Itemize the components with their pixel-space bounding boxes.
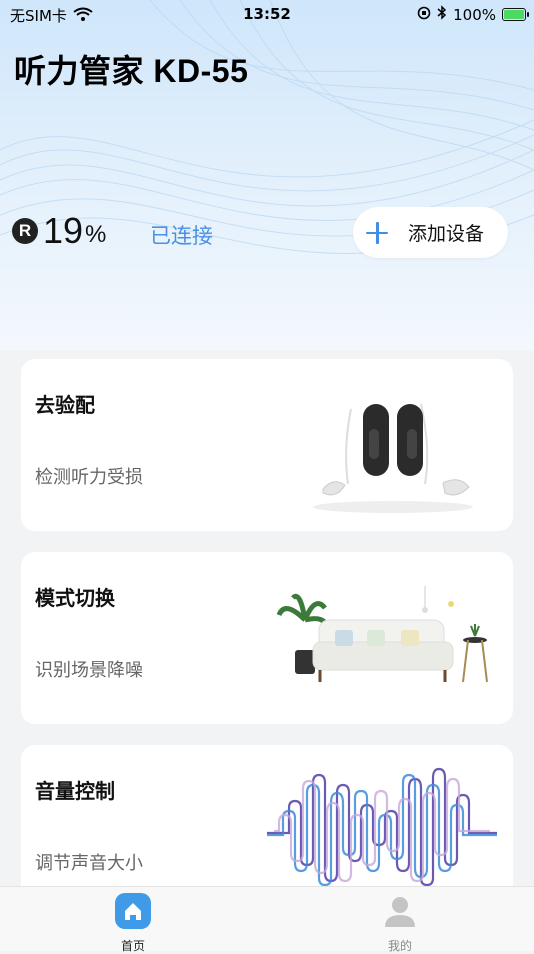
- card-subtitle: 检测听力受损: [35, 467, 143, 488]
- right-ear-badge: R: [12, 218, 38, 244]
- mode-switch-card[interactable]: 模式切换 识别场景降噪: [21, 552, 513, 724]
- living-room-image: [276, 586, 488, 683]
- add-device-label: 添加设备: [408, 223, 485, 245]
- user-icon: [385, 897, 415, 927]
- card-title: 模式切换: [35, 586, 115, 610]
- bluetooth-icon: [437, 5, 447, 24]
- battery-unit: %: [85, 221, 107, 248]
- tab-home[interactable]: 首页: [98, 893, 168, 954]
- add-device-button[interactable]: 添加设备: [353, 207, 508, 258]
- plus-icon: [366, 221, 388, 244]
- tab-mine[interactable]: 我的: [365, 893, 435, 954]
- tab-bar: 首页 我的: [0, 886, 534, 954]
- card-title: 音量控制: [35, 779, 115, 803]
- battery-icon: [502, 8, 529, 21]
- device-battery: R 19 %: [12, 210, 106, 252]
- card-subtitle: 调节声音大小: [35, 853, 143, 874]
- device-title: 听力管家 KD-55: [14, 53, 249, 89]
- status-bar: 无SIM卡 13:52 100%: [0, 0, 534, 28]
- tab-home-label: 首页: [120, 939, 145, 953]
- hearing-aids-image: [313, 403, 473, 513]
- connection-status: 已连接: [150, 224, 213, 248]
- battery-level: 19: [43, 210, 84, 251]
- card-title: 去验配: [35, 393, 95, 417]
- orientation-lock-icon: [417, 6, 431, 24]
- home-icon: [115, 893, 151, 929]
- battery-percent: 100%: [453, 5, 496, 24]
- card-subtitle: 识别场景降噪: [35, 660, 143, 681]
- fitting-card[interactable]: 去验配 检测听力受损: [21, 359, 513, 531]
- tab-mine-label: 我的: [387, 939, 412, 953]
- sound-wave-image: [267, 767, 497, 887]
